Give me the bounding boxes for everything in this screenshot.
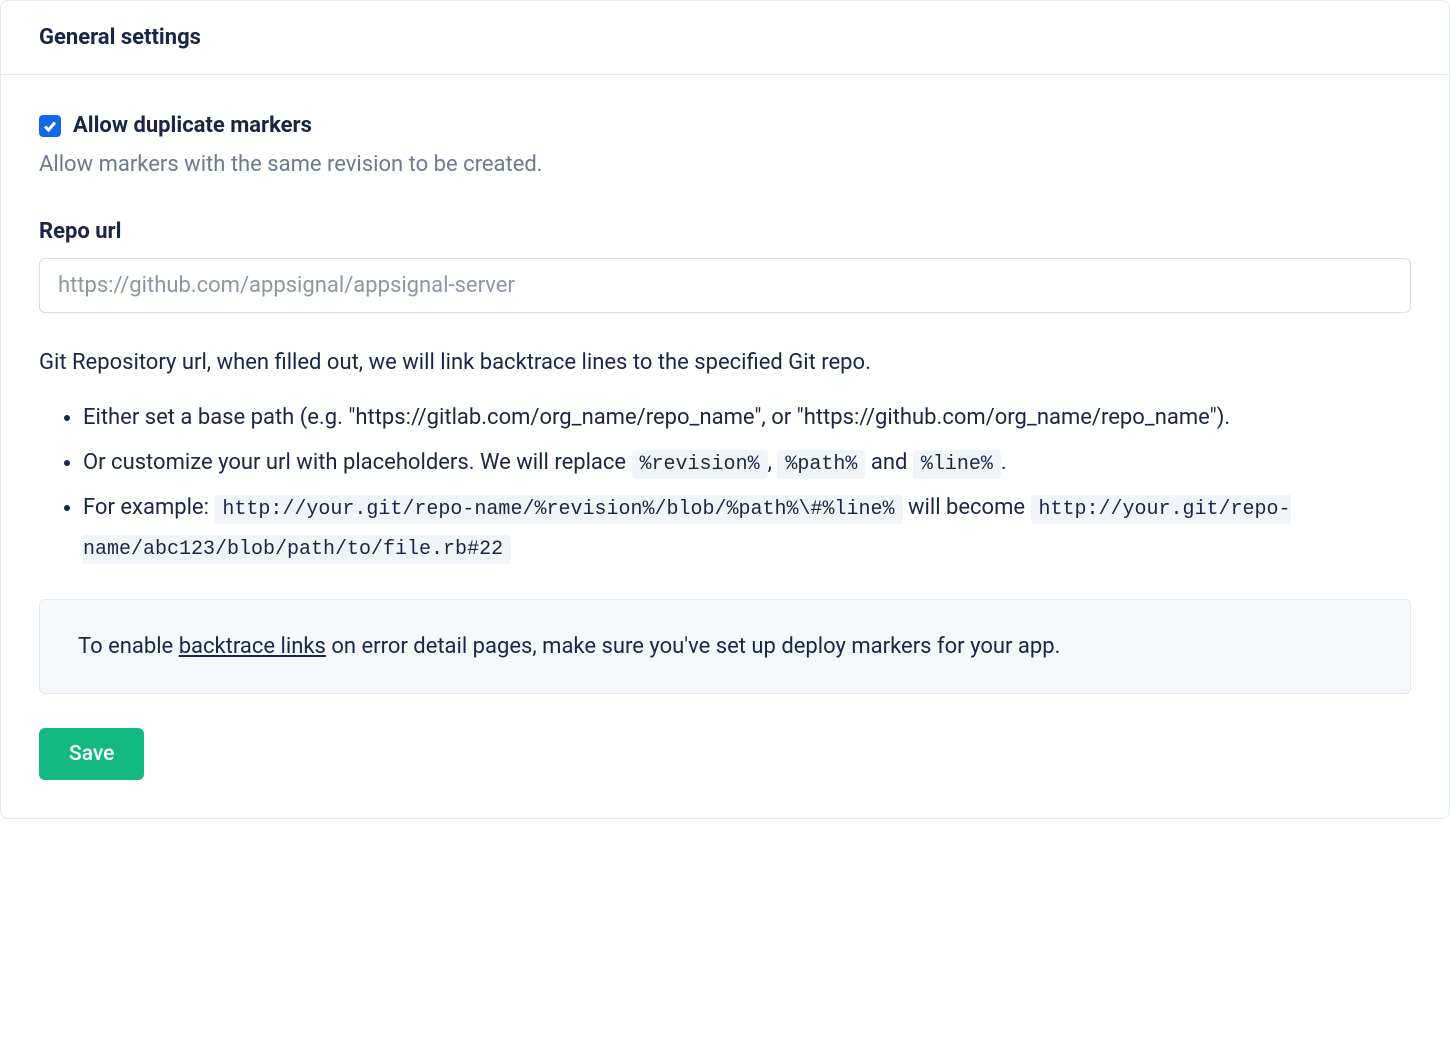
backtrace-links-link[interactable]: backtrace links <box>179 634 326 659</box>
bullet-text: will become <box>903 495 1031 520</box>
info-text: To enable <box>78 634 179 659</box>
bullet-text: , <box>768 450 778 475</box>
allow-duplicate-markers-row: Allow duplicate markers <box>39 113 1411 138</box>
allow-duplicate-markers-help: Allow markers with the same revision to … <box>39 152 1411 177</box>
code-example-template: http://your.git/repo-name/%revision%/blo… <box>214 495 902 524</box>
allow-duplicate-markers-checkbox[interactable] <box>39 115 61 137</box>
info-text: on error detail pages, make sure you've … <box>326 634 1061 659</box>
backtrace-info-box: To enable backtrace links on error detai… <box>39 599 1411 694</box>
panel-body: Allow duplicate markers Allow markers wi… <box>1 75 1449 818</box>
general-settings-panel: General settings Allow duplicate markers… <box>0 0 1450 819</box>
code-revision: %revision% <box>632 450 768 479</box>
bullet-example: For example: http://your.git/repo-name/%… <box>83 488 1411 569</box>
code-path: %path% <box>777 450 865 479</box>
bullet-base-path: Either set a base path (e.g. "https://gi… <box>83 398 1411 439</box>
bullet-text: . <box>1001 450 1007 475</box>
save-button[interactable]: Save <box>39 728 144 780</box>
bullet-placeholders: Or customize your url with placeholders.… <box>83 443 1411 484</box>
panel-header: General settings <box>1 1 1449 75</box>
bullet-text: For example: <box>83 495 214 520</box>
repo-url-input[interactable] <box>39 258 1411 313</box>
bullet-text: Or customize your url with placeholders.… <box>83 450 632 475</box>
repo-url-bullets: Either set a base path (e.g. "https://gi… <box>39 398 1411 569</box>
panel-title: General settings <box>39 25 1411 50</box>
allow-duplicate-markers-label: Allow duplicate markers <box>73 113 312 138</box>
bullet-text: and <box>865 450 912 475</box>
checkmark-icon <box>42 118 58 134</box>
repo-url-label: Repo url <box>39 219 1411 244</box>
repo-url-description: Git Repository url, when filled out, we … <box>39 345 1411 380</box>
code-line: %line% <box>913 450 1001 479</box>
